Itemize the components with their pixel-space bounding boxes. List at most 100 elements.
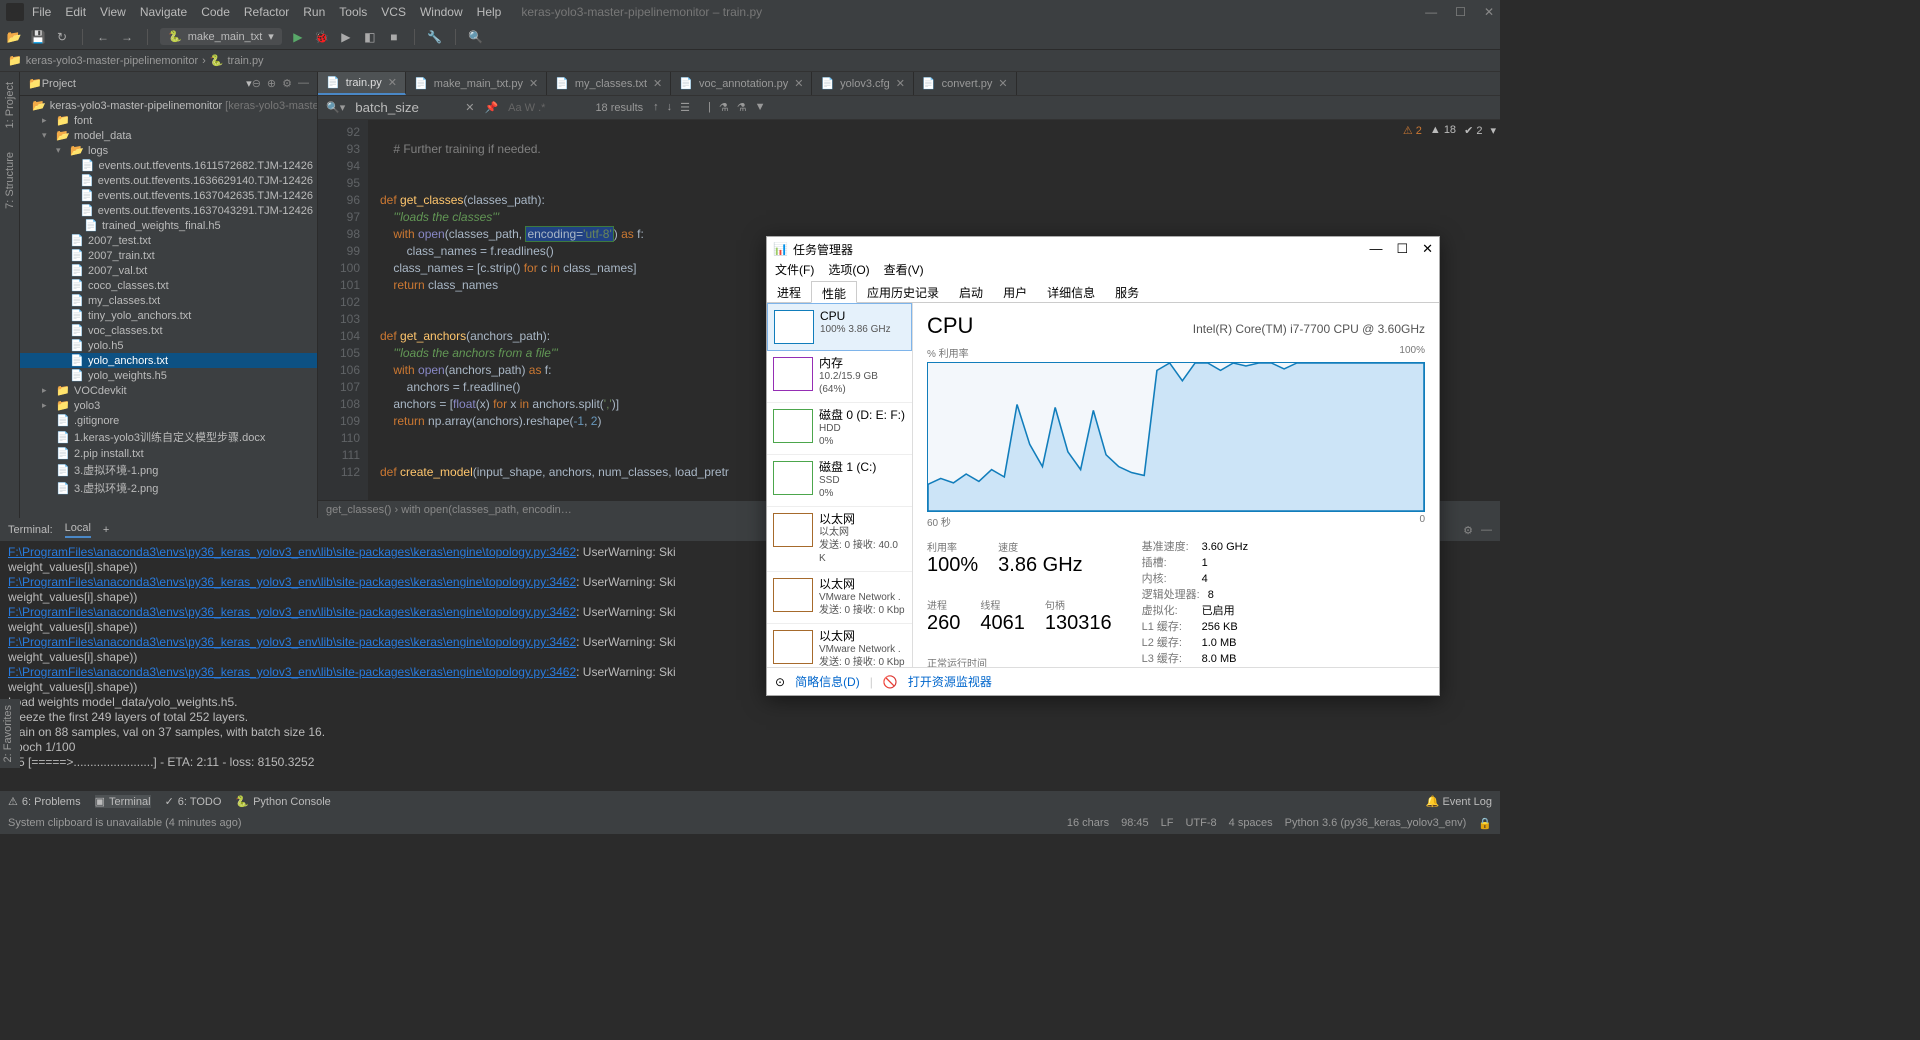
tree-item[interactable]: 📄3.虚拟环境-2.png <box>20 479 317 497</box>
profile-icon[interactable]: ◧ <box>362 29 378 45</box>
perf-item-disk[interactable]: 磁盘 0 (D: E: F:)HDD0% <box>767 403 912 455</box>
tool-window-tab[interactable]: ▣Terminal <box>95 795 151 808</box>
taskmgr-menu-item[interactable]: 文件(F) <box>775 261 814 281</box>
close-tab-icon[interactable]: ✕ <box>529 77 538 90</box>
git-icon[interactable]: 🔧 <box>427 29 443 45</box>
tree-item[interactable]: 📄tiny_yolo_anchors.txt <box>20 308 317 323</box>
taskmgr-menu-item[interactable]: 查看(V) <box>884 261 924 281</box>
tree-item[interactable]: 📂keras-yolo3-master-pipelinemonitor [ker… <box>20 98 317 113</box>
menu-vcs[interactable]: VCS <box>381 5 406 19</box>
tree-item[interactable]: 📄1.keras-yolo3训练自定义模型步骤.docx <box>20 428 317 446</box>
breadcrumb-file[interactable]: 🐍train.py <box>210 54 264 67</box>
close-icon[interactable]: ✕ <box>1484 5 1494 19</box>
save-icon[interactable]: 💾 <box>30 29 46 45</box>
tree-item[interactable]: ▸📁yolo3 <box>20 398 317 413</box>
target-icon[interactable]: ⊕ <box>267 77 276 90</box>
clear-icon[interactable]: ✕ <box>465 101 474 114</box>
status-item[interactable]: UTF-8 <box>1185 817 1216 830</box>
menu-help[interactable]: Help <box>477 5 502 19</box>
tree-item[interactable]: 📄my_classes.txt <box>20 293 317 308</box>
tree-item[interactable]: 📄yolo_anchors.txt <box>20 353 317 368</box>
taskmgr-tab[interactable]: 性能 <box>811 281 857 303</box>
tree-item[interactable]: 📄2007_train.txt <box>20 248 317 263</box>
maximize-icon[interactable]: ☐ <box>1455 5 1466 19</box>
perf-item-mem[interactable]: 内存10.2/15.9 GB (64%) <box>767 351 912 403</box>
perf-item-cpu[interactable]: CPU100% 3.86 GHz <box>767 303 912 351</box>
tool-window-tab[interactable]: ⚠6: Problems <box>8 795 81 808</box>
tree-item[interactable]: ▸📁font <box>20 113 317 128</box>
tree-item[interactable]: 📄2007_test.txt <box>20 233 317 248</box>
editor-tab[interactable]: 📄voc_annotation.py✕ <box>671 72 812 95</box>
expand-icon[interactable]: ⊙ <box>775 675 785 689</box>
hide-icon[interactable]: — <box>298 77 309 90</box>
menu-file[interactable]: File <box>32 5 51 19</box>
select-all-icon[interactable]: ☰ <box>680 101 690 114</box>
taskmgr-tab[interactable]: 服务 <box>1105 281 1149 302</box>
run-config-dropdown[interactable]: 🐍 make_main_txt ▾ <box>160 28 282 45</box>
perf-item-eth[interactable]: 以太网以太网发送: 0 接收: 40.0 K <box>767 507 912 572</box>
perf-item-eth[interactable]: 以太网VMware Network .发送: 0 接收: 0 Kbp <box>767 572 912 624</box>
filter-icon[interactable]: ⚗ <box>719 101 729 114</box>
taskmgr-tab[interactable]: 进程 <box>767 281 811 302</box>
status-item[interactable]: LF <box>1161 817 1174 830</box>
inspection-indicators[interactable]: ⚠ 2 ▲ 18 ✔ 2 ▾ <box>1403 124 1496 137</box>
open-icon[interactable]: 📂 <box>6 29 22 45</box>
tree-item[interactable]: 📄voc_classes.txt <box>20 323 317 338</box>
tree-item[interactable]: 📄yolo_weights.h5 <box>20 368 317 383</box>
tree-item[interactable]: 📄events.out.tfevents.1637043291.TJM-1242… <box>20 203 317 218</box>
tree-item[interactable]: 📄yolo.h5 <box>20 338 317 353</box>
tree-item[interactable]: 📄events.out.tfevents.1636629140.TJM-1242… <box>20 173 317 188</box>
tree-item[interactable]: ▾📂logs <box>20 143 317 158</box>
search-input[interactable] <box>355 100 455 115</box>
menu-code[interactable]: Code <box>201 5 230 19</box>
prev-match-icon[interactable]: ↑ <box>653 101 659 114</box>
add-terminal-button[interactable]: + <box>103 524 109 536</box>
taskmgr-tab[interactable]: 用户 <box>993 281 1037 302</box>
favorites-tab[interactable]: 2: Favorites <box>0 699 16 768</box>
pin-icon[interactable]: 📌 <box>484 101 498 114</box>
tree-item[interactable]: 📄2007_val.txt <box>20 263 317 278</box>
status-item[interactable]: 98:45 <box>1121 817 1149 830</box>
open-resource-monitor-link[interactable]: 打开资源监视器 <box>908 673 992 690</box>
tree-item[interactable]: 📄events.out.tfevents.1611572682.TJM-1242… <box>20 158 317 173</box>
close-tab-icon[interactable]: ✕ <box>653 77 662 90</box>
search-icon[interactable]: 🔍 <box>468 29 484 45</box>
gear-icon[interactable]: ⚙ <box>1463 524 1473 537</box>
back-icon[interactable]: ← <box>95 29 111 45</box>
close-tab-icon[interactable]: ✕ <box>794 77 803 90</box>
hide-icon[interactable]: — <box>1481 524 1492 537</box>
status-item[interactable]: Python 3.6 (py36_keras_yolov3_env) <box>1285 817 1467 830</box>
tree-item[interactable]: 📄coco_classes.txt <box>20 278 317 293</box>
collapse-icon[interactable]: ⊖ <box>252 77 261 90</box>
menu-tools[interactable]: Tools <box>339 5 367 19</box>
close-icon[interactable]: ✕ <box>1422 241 1433 257</box>
close-tab-icon[interactable]: ✕ <box>896 77 905 90</box>
debug-icon[interactable]: 🐞 <box>314 29 330 45</box>
project-tree[interactable]: 📂keras-yolo3-master-pipelinemonitor [ker… <box>20 96 317 518</box>
gear-icon[interactable]: ⚙ <box>282 77 292 90</box>
tree-item[interactable]: 📄trained_weights_final.h5 <box>20 218 317 233</box>
tree-item[interactable]: 📄events.out.tfevents.1637042635.TJM-1242… <box>20 188 317 203</box>
perf-item-disk[interactable]: 磁盘 1 (C:)SSD0% <box>767 455 912 507</box>
filter2-icon[interactable]: ⚗ <box>737 101 747 114</box>
menu-run[interactable]: Run <box>303 5 325 19</box>
close-tab-icon[interactable]: ✕ <box>388 76 397 89</box>
terminal-tab-local[interactable]: Local <box>65 522 91 538</box>
tool-window-tab[interactable]: 🐍Python Console <box>235 795 330 808</box>
tree-item[interactable]: 📄2.pip install.txt <box>20 446 317 461</box>
taskmgr-menu-item[interactable]: 选项(O) <box>828 261 869 281</box>
stop-icon[interactable]: ■ <box>386 29 402 45</box>
taskmgr-tab[interactable]: 启动 <box>949 281 993 302</box>
funnel-icon[interactable]: ▼ <box>755 101 766 114</box>
menu-view[interactable]: View <box>100 5 126 19</box>
fewer-details-link[interactable]: 简略信息(D) <box>795 673 860 690</box>
editor-tab[interactable]: 📄train.py✕ <box>318 72 406 95</box>
editor-tab[interactable]: 📄my_classes.txt✕ <box>547 72 671 95</box>
side-tab[interactable]: 1: Project <box>2 76 18 134</box>
next-match-icon[interactable]: ↓ <box>667 101 673 114</box>
tree-item[interactable]: ▸📁VOCdevkit <box>20 383 317 398</box>
forward-icon[interactable]: → <box>119 29 135 45</box>
tool-window-tab[interactable]: ✓6: TODO <box>165 795 222 808</box>
taskmgr-tab[interactable]: 详细信息 <box>1037 281 1105 302</box>
minimize-icon[interactable]: — <box>1425 5 1437 19</box>
